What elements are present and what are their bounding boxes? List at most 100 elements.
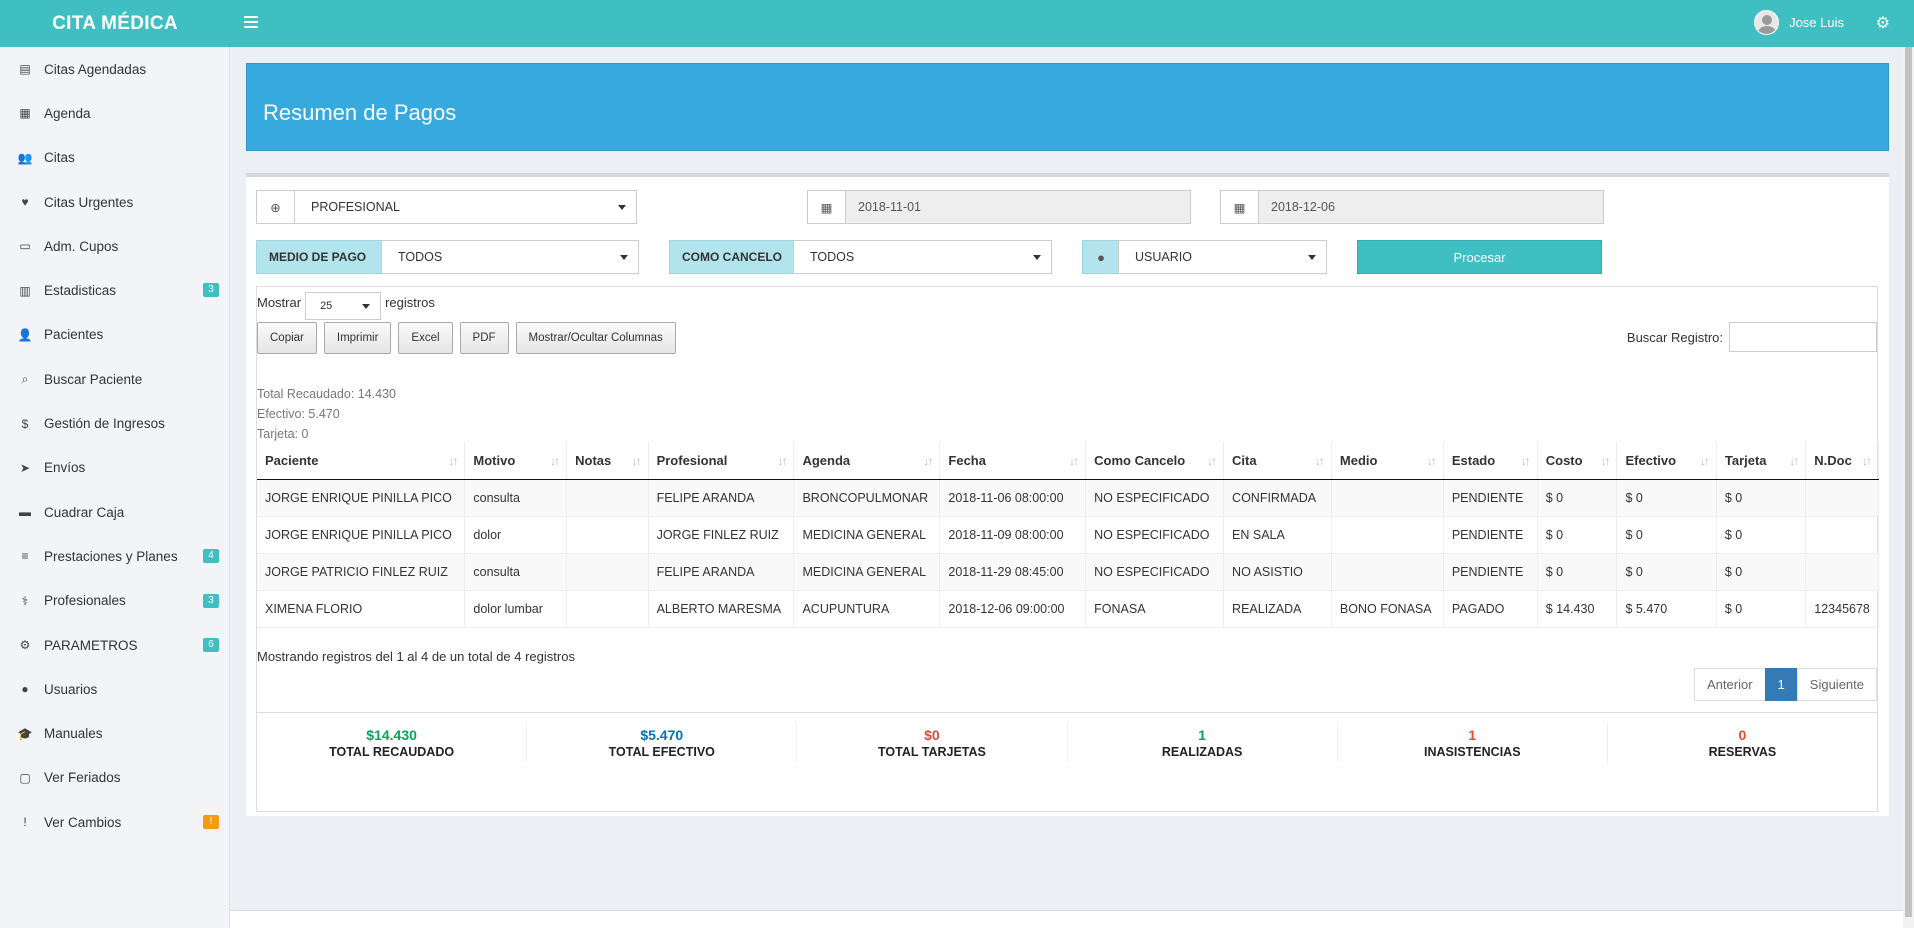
- column-header[interactable]: Como Cancelo ↓↑: [1085, 442, 1225, 480]
- pagination-page-1[interactable]: 1: [1764, 668, 1798, 701]
- table-cell: FELIPE ARANDA: [648, 479, 795, 517]
- sidebar-item-gestión-de-ingresos[interactable]: $ Gestión de Ingresos: [0, 401, 229, 445]
- usuario-select-value: USUARIO: [1135, 250, 1192, 264]
- sidebar-item-label: Citas Agendadas: [44, 61, 147, 77]
- medio-pago-label: MEDIO DE PAGO: [256, 240, 382, 274]
- page-length-select[interactable]: 25: [305, 292, 382, 320]
- column-header[interactable]: Paciente ↓↑: [257, 442, 466, 480]
- column-header-label: Motivo: [473, 452, 516, 468]
- column-header-label: Cita: [1232, 452, 1257, 468]
- sidebar-item-usuarios[interactable]: ● Usuarios: [0, 667, 229, 711]
- mostrar-ocultar-columnas-button[interactable]: Mostrar/Ocultar Columnas: [515, 322, 676, 354]
- sidebar-item-citas[interactable]: 👥 Citas: [0, 136, 229, 180]
- sort-icon: ↓↑: [1207, 454, 1217, 468]
- column-header[interactable]: N.Doc ↓↑: [1805, 442, 1879, 480]
- sidebar-item-cuadrar-caja[interactable]: ▬ Cuadrar Caja: [0, 490, 229, 534]
- sidebar-item-label: Ver Feriados: [44, 770, 121, 786]
- excel-button[interactable]: Excel: [398, 322, 453, 354]
- table-search: Buscar Registro:: [1627, 322, 1877, 352]
- cogs-icon[interactable]: ⚙: [1876, 13, 1890, 33]
- pdf-button[interactable]: PDF: [459, 322, 509, 354]
- sidebar-item-agenda[interactable]: ▦ Agenda: [0, 91, 229, 135]
- scrollbar-thumb[interactable]: [1905, 47, 1912, 917]
- sidebar-item-prestaciones-y-planes[interactable]: ≡ Prestaciones y Planes 4: [0, 534, 229, 578]
- copiar-button[interactable]: Copiar: [257, 322, 317, 354]
- table-cell: ALBERTO MARESMA: [648, 590, 795, 628]
- sidebar-item-ver-cambios[interactable]: ! Ver Cambios!: [0, 800, 229, 844]
- column-header[interactable]: Fecha ↓↑: [939, 442, 1087, 480]
- column-header[interactable]: Medio ↓↑: [1331, 442, 1444, 480]
- sidebar-item-manuales[interactable]: 🎓 Manuales: [0, 711, 229, 755]
- table-row[interactable]: JORGE PATRICIO FINLEZ RUIZ consulta FELIPE…: [257, 553, 1879, 591]
- export-buttons: Copiar Imprimir Excel PDF Mostrar/Ocultar Co…: [257, 322, 676, 354]
- table-cell: dolor: [464, 516, 568, 554]
- search-input[interactable]: [1729, 322, 1877, 352]
- dollar-icon: $: [21, 416, 29, 431]
- date-from-field[interactable]: ▦ 2018-11-01: [807, 190, 1191, 224]
- sidebar-item-label: Prestaciones y Planes: [44, 548, 178, 564]
- column-header[interactable]: Agenda ↓↑: [793, 442, 941, 480]
- column-header[interactable]: Cita ↓↑: [1223, 442, 1332, 480]
- sidebar-item-citas-agendadas[interactable]: ▤ Citas Agendadas: [0, 47, 229, 91]
- sidebar-item-ver-feriados[interactable]: ▢ Ver Feriados: [0, 756, 229, 800]
- como-cancelo-select[interactable]: TODOS: [793, 240, 1052, 274]
- table-row[interactable]: XIMENA FLORIO dolor lumbar ALBERTO MARESMA…: [257, 590, 1879, 628]
- sidebar-item-profesionales[interactable]: ⚕ Profesionales 3: [0, 579, 229, 623]
- table-cell: 2018-11-29 08:45:00: [939, 553, 1087, 591]
- column-header-label: Fecha: [948, 452, 986, 468]
- table-cell: NO ASISTIO: [1223, 553, 1332, 591]
- app-brand[interactable]: CITA MÉDICA: [0, 0, 230, 47]
- medio-pago-select[interactable]: TODOS: [381, 240, 639, 274]
- page-scrollbar[interactable]: [1903, 47, 1914, 928]
- sidebar-item-label: Citas Urgentes: [44, 194, 134, 210]
- column-header[interactable]: Profesional ↓↑: [648, 442, 795, 480]
- table-cell: BONO FONASA: [1331, 590, 1444, 628]
- sidebar-item-parametros[interactable]: ⚙ PARAMETROS 6: [0, 623, 229, 667]
- table-cell: $ 0: [1716, 516, 1807, 554]
- count-badge: 4: [203, 549, 219, 564]
- table-row[interactable]: JORGE ENRIQUE PINILLA PICO dolor JORGE FIN…: [257, 516, 1879, 554]
- sort-icon: ↓↑: [1426, 454, 1437, 468]
- usuario-select[interactable]: USUARIO: [1118, 240, 1327, 274]
- list-alt-icon: ▭: [19, 239, 31, 254]
- date-to-field[interactable]: ▦ 2018-12-06: [1220, 190, 1604, 224]
- sort-icon: ↓↑: [923, 454, 933, 468]
- table-cell: FELIPE ARANDA: [648, 553, 795, 591]
- profesional-select[interactable]: ⊕ PROFESIONAL: [256, 190, 637, 224]
- column-header[interactable]: Tarjeta ↓↑: [1716, 442, 1807, 480]
- stat-total-efectivo: $5.470 TOTAL EFECTIVO: [527, 723, 798, 762]
- table-cell: XIMENA FLORIO: [257, 590, 466, 628]
- table-header-row: Paciente ↓↑ Motivo ↓↑ Notas ↓↑ Profesional ↓↑ Ag…: [257, 442, 1879, 480]
- column-header[interactable]: Costo ↓↑: [1537, 442, 1618, 480]
- stat-total-recaudado: $14.430 TOTAL RECAUDADO: [257, 723, 528, 762]
- column-header[interactable]: Efectivo ↓↑: [1616, 442, 1717, 480]
- pagination-next[interactable]: Siguiente: [1796, 668, 1877, 701]
- pagination-prev[interactable]: Anterior: [1694, 668, 1766, 701]
- medio-pago-value: TODOS: [398, 250, 443, 264]
- sidebar-item-citas-urgentes[interactable]: ♥ Citas Urgentes: [0, 180, 229, 224]
- table-row[interactable]: JORGE ENRIQUE PINILLA PICO consulta FELIPE…: [257, 479, 1879, 517]
- user-icon: ●: [1082, 240, 1120, 274]
- sidebar-toggle-icon[interactable]: [244, 14, 258, 30]
- column-header[interactable]: Estado ↓↑: [1443, 442, 1538, 480]
- column-header[interactable]: Motivo ↓↑: [464, 442, 568, 480]
- credit-card-icon: ▬: [19, 505, 31, 520]
- sidebar-item-envíos[interactable]: ➤ Envíos: [0, 446, 229, 490]
- chevron-down-icon: [620, 254, 628, 260]
- sidebar-item-buscar-paciente[interactable]: ⌕ Buscar Paciente: [0, 357, 229, 401]
- column-header[interactable]: Notas ↓↑: [566, 442, 649, 480]
- show-label: Mostrar: [257, 294, 302, 310]
- table-cell: $ 0: [1716, 479, 1807, 517]
- imprimir-button[interactable]: Imprimir: [323, 322, 392, 354]
- procesar-button[interactable]: Procesar: [1357, 240, 1602, 274]
- table-cell: NO ESPECIFICADO: [1085, 516, 1225, 554]
- sidebar-item-estadisticas[interactable]: ▥ Estadisticas 3: [0, 268, 229, 312]
- table-cell: [566, 553, 649, 591]
- count-badge: 6: [203, 637, 219, 652]
- user-menu[interactable]: Jose Luis: [1754, 10, 1844, 35]
- sidebar-item-label: Pacientes: [44, 327, 104, 343]
- cogs-icon: ⚙: [19, 638, 31, 652]
- sidebar-item-pacientes[interactable]: 👤 Pacientes: [0, 313, 229, 357]
- sidebar-item-adm-cupos[interactable]: ▭ Adm. Cupos: [0, 224, 229, 268]
- globe-icon: ⊕: [257, 191, 295, 223]
